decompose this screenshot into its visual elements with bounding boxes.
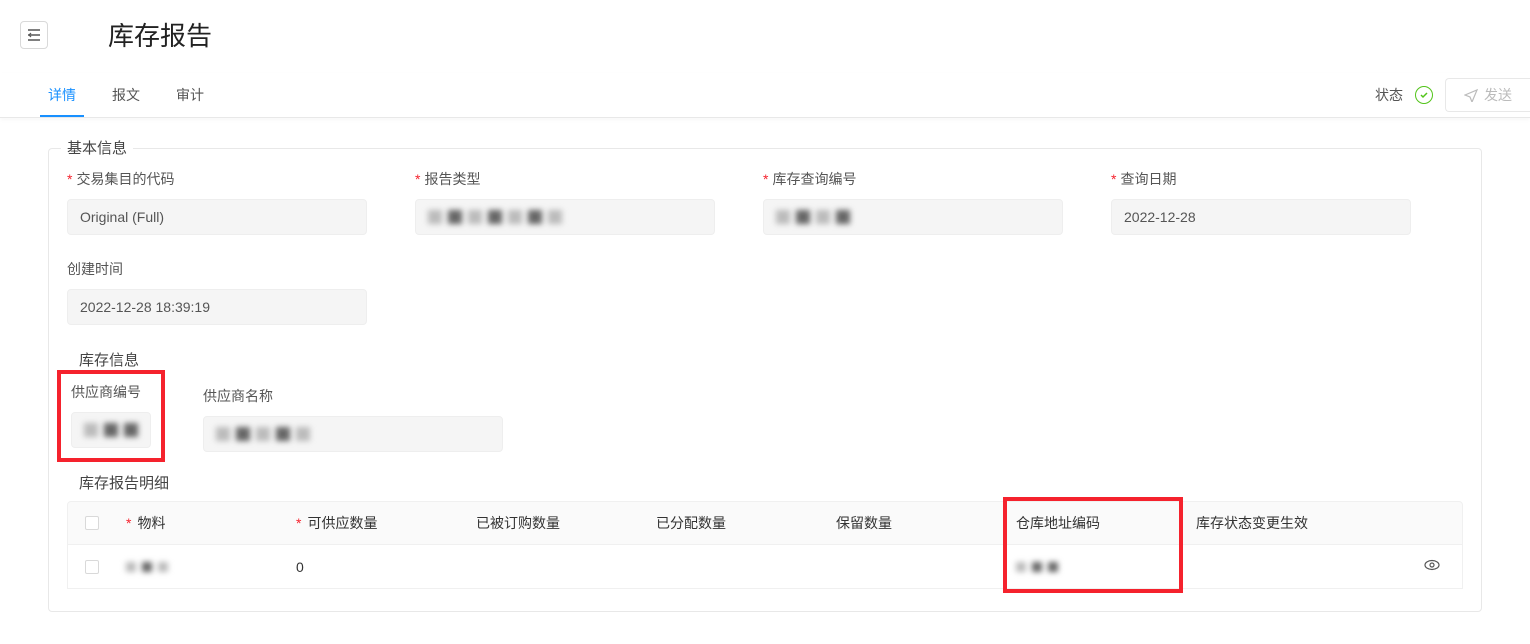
inquiry-no-label: 库存查询编号 (772, 169, 856, 189)
th-material: 物料 (137, 513, 165, 533)
send-icon (1464, 88, 1478, 102)
td-material (116, 562, 286, 572)
inquiry-date-value: 2022-12-28 (1111, 199, 1411, 235)
inventory-detail-title: 库存报告明细 (79, 472, 1463, 493)
report-type-value (415, 199, 715, 235)
send-button[interactable]: 发送 (1445, 78, 1530, 112)
td-warehouse-addr (1006, 562, 1186, 572)
th-available-qty: 可供应数量 (307, 513, 377, 533)
page-title: 库存报告 (108, 16, 212, 53)
inquiry-date-label: 查询日期 (1120, 169, 1176, 189)
required-marker: * (415, 171, 420, 187)
report-type-label: 报告类型 (424, 169, 480, 189)
menu-collapse-icon (26, 27, 42, 43)
th-warehouse-addr: 仓库地址编码 (1016, 513, 1100, 533)
td-available-qty: 0 (286, 559, 466, 575)
basic-info-section: 基本信息 *交易集目的代码 Original (Full) *报告类型 *库存查… (48, 148, 1482, 612)
status-success-icon (1415, 86, 1433, 104)
basic-info-legend: 基本信息 (61, 137, 133, 158)
eye-icon (1423, 556, 1441, 574)
tab-detail[interactable]: 详情 (30, 73, 94, 117)
required-marker: * (763, 171, 768, 187)
supplier-no-highlight: 供应商编号 (57, 370, 165, 462)
inquiry-no-value (763, 199, 1063, 235)
status-label: 状态 (1375, 85, 1403, 105)
row-checkbox[interactable] (85, 560, 99, 574)
created-label: 创建时间 (67, 259, 123, 279)
required-marker: * (67, 171, 72, 187)
select-all-checkbox[interactable] (85, 516, 99, 530)
required-marker: * (296, 515, 301, 531)
txn-code-label: 交易集目的代码 (76, 169, 174, 189)
supplier-no-value (71, 412, 151, 448)
inventory-detail-table: * 物料 * 可供应数量 已被订购数量 已分配数量 保留数量 仓库地址编码 库存状态… (67, 501, 1463, 589)
sidebar-toggle-button[interactable] (20, 21, 48, 49)
supplier-no-label: 供应商编号 (71, 382, 141, 402)
th-status-change: 库存状态变更生效 (1196, 513, 1308, 533)
supplier-name-label: 供应商名称 (203, 386, 273, 406)
table-header-row: * 物料 * 可供应数量 已被订购数量 已分配数量 保留数量 仓库地址编码 库存状态… (67, 501, 1463, 545)
table-row: 0 (67, 545, 1463, 589)
view-row-button[interactable] (1423, 556, 1441, 577)
created-value: 2022-12-28 18:39:19 (67, 289, 367, 325)
required-marker: * (1111, 171, 1116, 187)
inventory-info-title: 库存信息 (79, 349, 1463, 370)
th-reserved-qty: 保留数量 (836, 513, 892, 533)
supplier-name-value (203, 416, 503, 452)
th-ordered-qty: 已被订购数量 (476, 513, 560, 533)
required-marker: * (126, 515, 131, 531)
tab-message[interactable]: 报文 (94, 73, 158, 117)
send-button-label: 发送 (1484, 85, 1512, 105)
th-distributed-qty: 已分配数量 (656, 513, 726, 533)
tab-audit[interactable]: 审计 (158, 73, 222, 117)
txn-code-value: Original (Full) (67, 199, 367, 235)
